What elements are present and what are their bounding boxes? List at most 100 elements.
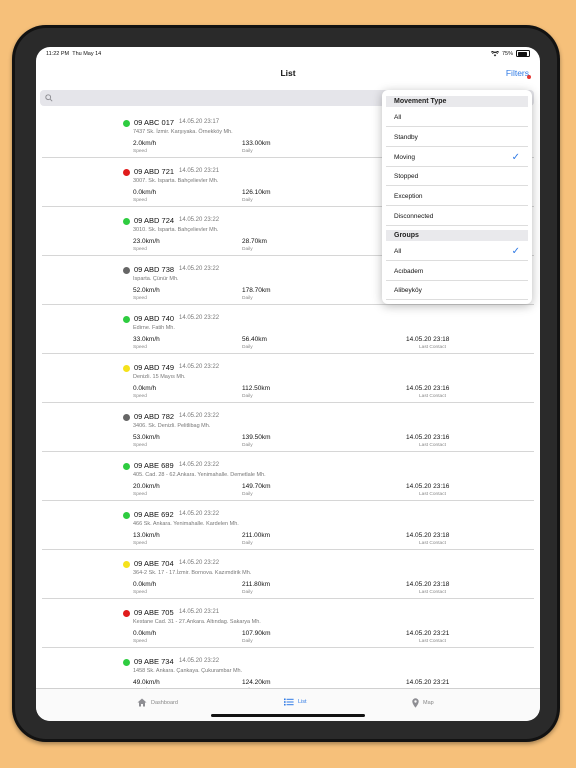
vehicle-row[interactable]: 09 ABE 705 14.05.20 23:21 Kestane Cad. 31 …	[36, 598, 540, 647]
vehicle-address: 405. Cad. 28 - 62.Ankara. Yenimahalle. D…	[133, 472, 266, 478]
movement-option-label: Stopped	[394, 173, 419, 181]
movement-option[interactable]: Stopped	[386, 167, 528, 187]
list-icon	[284, 698, 294, 706]
speed-value: 23.0km/h	[133, 238, 160, 245]
last-contact-value: 14.05.20 23:18	[406, 336, 450, 343]
vehicle-address: 3406. Sk. Denizli. Pelitlibag Mh.	[133, 423, 211, 429]
tab-map[interactable]: Map	[412, 698, 434, 708]
vehicle-timestamp: 14.05.20 23:22	[179, 217, 220, 223]
vehicle-address: 3010. Sk. Isparta. Bahçelievler Mh.	[133, 227, 219, 233]
vehicle-plate: 09 ABD 782	[134, 412, 175, 421]
status-dot	[123, 659, 130, 666]
vehicle-timestamp: 14.05.20 23:17	[179, 119, 220, 125]
speed-value: 33.0km/h	[133, 336, 160, 343]
map-pin-icon	[412, 698, 419, 708]
speed-label: Speed	[133, 198, 147, 203]
vehicle-plate: 09 ABD 724	[134, 216, 175, 225]
app-screen: 11:22 PM Thu May 14 75% List Filters 09 …	[36, 47, 540, 721]
vehicle-row[interactable]: 09 ABE 734 14.05.20 23:22 1458 Sk. Ankara.…	[36, 647, 540, 688]
vehicle-row[interactable]: 09 ABE 689 14.05.20 23:22 405. Cad. 28 - 6…	[36, 451, 540, 500]
vehicle-timestamp: 14.05.20 23:22	[179, 511, 220, 517]
daily-value: 178.70km	[242, 287, 271, 294]
last-contact-value: 14.05.20 23:16	[406, 434, 450, 441]
vehicle-address: 1458 Sk. Ankara. Çankaya. Çukurambar Mh.	[133, 668, 243, 674]
movement-option[interactable]: Standby	[386, 128, 528, 147]
vehicle-timestamp: 14.05.20 23:22	[179, 658, 220, 664]
movement-option[interactable]: All	[386, 108, 528, 127]
daily-label: Daily	[242, 149, 253, 154]
speed-label: Speed	[133, 590, 147, 595]
status-dot	[123, 218, 130, 225]
speed-value: 2.0km/h	[133, 140, 157, 147]
checkmark-icon: ✓	[511, 245, 520, 257]
vehicle-plate: 09 ABD 740	[134, 314, 175, 323]
speed-label: Speed	[133, 394, 147, 399]
movement-option[interactable]: Moving ✓	[386, 148, 528, 167]
daily-label: Daily	[242, 345, 253, 350]
status-dot	[123, 365, 130, 372]
speed-label: Speed	[133, 296, 147, 301]
last-contact-value: 14.05.20 23:21	[406, 630, 450, 637]
vehicle-address: 3007. Sk. Isparta. Bahçelievler Mh.	[133, 178, 219, 184]
daily-value: 107.90km	[242, 630, 271, 637]
vehicle-row[interactable]: 09 ABD 749 14.05.20 23:22 Denizli. 15 Mayı…	[36, 353, 540, 402]
daily-label: Daily	[242, 394, 253, 399]
vehicle-address: 364-2 Sk. 17 - 17.İzmir. Bornova. Kazımd…	[133, 570, 252, 576]
speed-value: 13.0km/h	[133, 532, 160, 539]
tab-list[interactable]: List	[284, 698, 307, 706]
group-option[interactable]: All ✓	[386, 242, 528, 261]
last-contact-label: Last Contact	[419, 590, 446, 595]
last-contact-value: 14.05.20 23:18	[406, 532, 450, 539]
status-dot	[123, 414, 130, 421]
daily-label: Daily	[242, 198, 253, 203]
daily-label: Daily	[242, 541, 253, 546]
last-contact-label: Last Contact	[419, 639, 446, 644]
group-option-label: Acıbadem	[394, 267, 424, 275]
movement-option[interactable]: Exception	[386, 187, 528, 207]
group-option[interactable]: Alibeyköy	[386, 281, 528, 301]
daily-value: 112.50km	[242, 385, 271, 392]
vehicle-row[interactable]: 09 ABD 740 14.05.20 23:22 Edirne. Fatih Mh…	[36, 304, 540, 353]
speed-value: 49.0km/h	[133, 679, 160, 686]
vehicle-plate: 09 ABC 017	[134, 118, 175, 127]
status-right: 75%	[490, 50, 530, 57]
groups-header: Groups	[386, 229, 528, 241]
group-option[interactable]: Acıbadem	[386, 262, 528, 281]
last-contact-label: Last Contact	[419, 541, 446, 546]
vehicle-plate: 09 ABE 704	[134, 559, 174, 568]
daily-value: 133.00km	[242, 140, 271, 147]
group-option-label: All	[394, 247, 402, 255]
last-contact-value: 14.05.20 23:16	[406, 483, 450, 490]
vehicle-timestamp: 14.05.20 23:22	[179, 266, 220, 272]
last-contact-label: Last Contact	[419, 443, 446, 448]
vehicle-address: 466 Sk. Ankara. Yenimahalle. Kardelen Mh…	[133, 521, 239, 527]
status-bar: 11:22 PM Thu May 14 75%	[36, 47, 540, 61]
daily-label: Daily	[242, 443, 253, 448]
movement-option-label: Standby	[394, 133, 418, 141]
movement-option-label: All	[394, 114, 402, 121]
vehicle-timestamp: 14.05.20 23:22	[179, 315, 220, 321]
vehicle-plate: 09 ABD 749	[134, 363, 175, 372]
filters-button[interactable]: Filters	[506, 68, 529, 78]
search-icon	[45, 94, 53, 102]
movement-option-label: Exception	[394, 193, 423, 201]
tab-dashboard[interactable]: Dashboard	[137, 698, 178, 707]
status-clock: 11:22 PM	[46, 51, 70, 57]
daily-label: Daily	[242, 296, 253, 301]
speed-label: Speed	[133, 345, 147, 350]
daily-value: 126.10km	[242, 189, 271, 196]
vehicle-row[interactable]: 09 ABE 704 14.05.20 23:22 364-2 Sk. 17 - 1…	[36, 549, 540, 598]
movement-option[interactable]: Disconnected	[386, 207, 528, 226]
status-dot	[123, 561, 130, 568]
home-indicator	[211, 714, 365, 717]
speed-value: 0.0km/h	[133, 189, 157, 196]
vehicle-row[interactable]: 09 ABE 692 14.05.20 23:22 466 Sk. Ankara. …	[36, 500, 540, 549]
status-time: 11:22 PM Thu May 14	[46, 51, 101, 57]
daily-label: Daily	[242, 639, 253, 644]
last-contact-label: Last Contact	[419, 492, 446, 497]
status-dot	[123, 512, 130, 519]
speed-value: 0.0km/h	[133, 630, 157, 637]
vehicle-timestamp: 14.05.20 23:21	[179, 168, 220, 174]
vehicle-row[interactable]: 09 ABD 782 14.05.20 23:22 3406. Sk. Denizl…	[36, 402, 540, 451]
filters-indicator-dot	[527, 75, 531, 79]
